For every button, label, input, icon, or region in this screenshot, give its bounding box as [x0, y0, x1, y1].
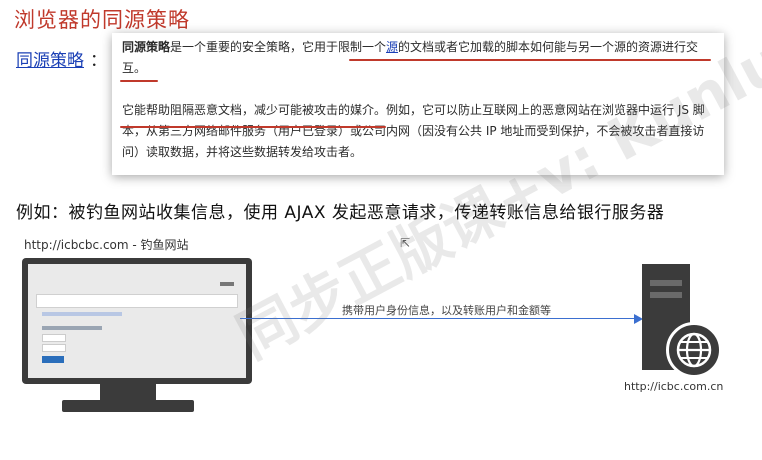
arrow-line — [240, 318, 634, 319]
cursor-icon: ⇱ — [400, 236, 411, 250]
underline-2 — [120, 80, 158, 82]
server-caption: http://icbc.com.cn — [624, 380, 724, 393]
mini-link-row — [42, 312, 122, 316]
example-text: 例如：被钓鱼网站收集信息，使用 AJAX 发起恶意请求，传递转账信息给银行服务器 — [16, 203, 665, 223]
slide-title: 浏览器的同源策略 — [14, 8, 190, 32]
server-slot — [650, 292, 682, 298]
underline-3 — [120, 126, 386, 128]
monitor-screen — [28, 264, 246, 378]
mini-input — [42, 334, 66, 342]
desktop-monitor-icon — [22, 258, 252, 384]
mini-window-control — [220, 282, 234, 286]
underline-1 — [349, 59, 711, 61]
monitor-base — [62, 400, 194, 412]
definition-text-a: 是一个重要的安全策略，它用于限制一个 — [170, 40, 387, 54]
definition-card: 同源策略是一个重要的安全策略，它用于限制一个源的文档或者它加载的脚本如何能与另一… — [112, 33, 724, 175]
origin-link[interactable]: 源 — [386, 40, 398, 54]
definition-paragraph-1: 同源策略是一个重要的安全策略，它用于限制一个源的文档或者它加载的脚本如何能与另一… — [122, 37, 714, 79]
sop-colon: ： — [90, 51, 107, 71]
sop-link[interactable]: 同源策略 — [16, 46, 84, 71]
definition-term: 同源策略 — [122, 40, 171, 54]
arrow-label: 携带用户身份信息，以及转账用户和金额等 — [342, 304, 551, 317]
phishing-caption: http://icbcbc.com - 钓鱼网站 — [24, 238, 189, 252]
globe-icon — [666, 322, 722, 378]
mini-submit-button — [42, 356, 64, 363]
mini-input — [42, 344, 66, 352]
definition-paragraph-2: 它能帮助阻隔恶意文档，减少可能被攻击的媒介。例如，它可以防止互联网上的恶意网站在… — [122, 103, 705, 159]
mini-text-row — [42, 326, 102, 330]
mini-header-bar — [36, 294, 238, 308]
server-slot — [650, 280, 682, 286]
